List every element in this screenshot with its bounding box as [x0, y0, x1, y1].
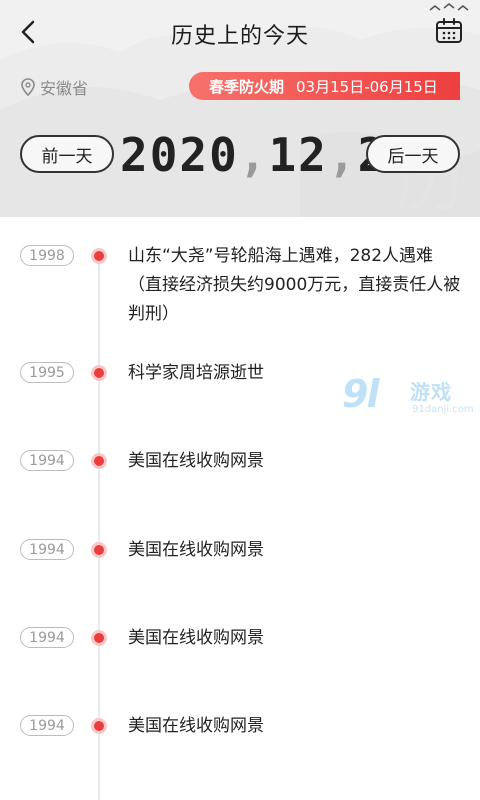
date-separator: , [238, 128, 269, 182]
event-text: 美国在线收购网景 [128, 451, 264, 471]
fire-period-label: 春季防火期 [209, 77, 285, 96]
next-day-button[interactable]: 后一天 [366, 135, 460, 173]
prev-day-button[interactable]: 前一天 [20, 135, 114, 173]
event-text: 山东“大尧”号轮船海上遇难，282人遇难（直接经济损失约9000万元，直接责任人… [128, 246, 461, 324]
page-title: 历史上的今天 [170, 24, 309, 49]
header-area: 历 历史上的今天 安徽省 春季防火期 03月15日-06月15日 前一天 202… [0, 0, 480, 217]
fire-period-badge: 春季防火期 03月15日-06月15日 [189, 72, 460, 100]
event-text: 美国在线收购网景 [128, 540, 264, 560]
fire-period-range: 03月15日-06月15日 [296, 77, 438, 96]
current-date: 2020,12,25 [120, 128, 415, 182]
calendar-icon [436, 18, 462, 43]
watermark-brand: 游戏 [410, 380, 452, 404]
year-tag: 1994 [20, 539, 74, 560]
top-bar: 历史上的今天 [0, 0, 480, 64]
watermark-url: 91danji.com [412, 404, 474, 415]
timeline-dot [91, 365, 107, 381]
year-tag: 1998 [20, 245, 74, 266]
timeline-dot [91, 453, 107, 469]
year-tag: 1994 [20, 715, 74, 736]
event-text: 美国在线收购网景 [128, 716, 264, 736]
timeline-dot [91, 248, 107, 264]
year-tag: 1995 [20, 362, 74, 383]
year-tag: 1994 [20, 627, 74, 648]
event-text: 美国在线收购网景 [128, 628, 264, 648]
watermark-logo: 9l [342, 372, 379, 416]
timeline-dot [91, 630, 107, 646]
location: 安徽省 [20, 76, 88, 98]
date-separator: , [327, 128, 358, 182]
date-year: 2020 [120, 128, 239, 182]
location-pin-icon [21, 78, 35, 96]
date-navigation: 前一天 2020,12,25 后一天 [0, 128, 480, 184]
event-timeline: 1998 山东“大尧”号轮船海上遇难，282人遇难（直接经济损失约9000万元，… [0, 217, 480, 800]
location-name: 安徽省 [40, 79, 89, 98]
timeline-dot [91, 718, 107, 734]
date-month: 12 [268, 128, 328, 182]
year-tag: 1994 [20, 450, 74, 471]
site-watermark: 9l 游戏 91danji.com [342, 372, 480, 420]
calendar-button[interactable] [430, 13, 468, 49]
timeline-dot [91, 542, 107, 558]
